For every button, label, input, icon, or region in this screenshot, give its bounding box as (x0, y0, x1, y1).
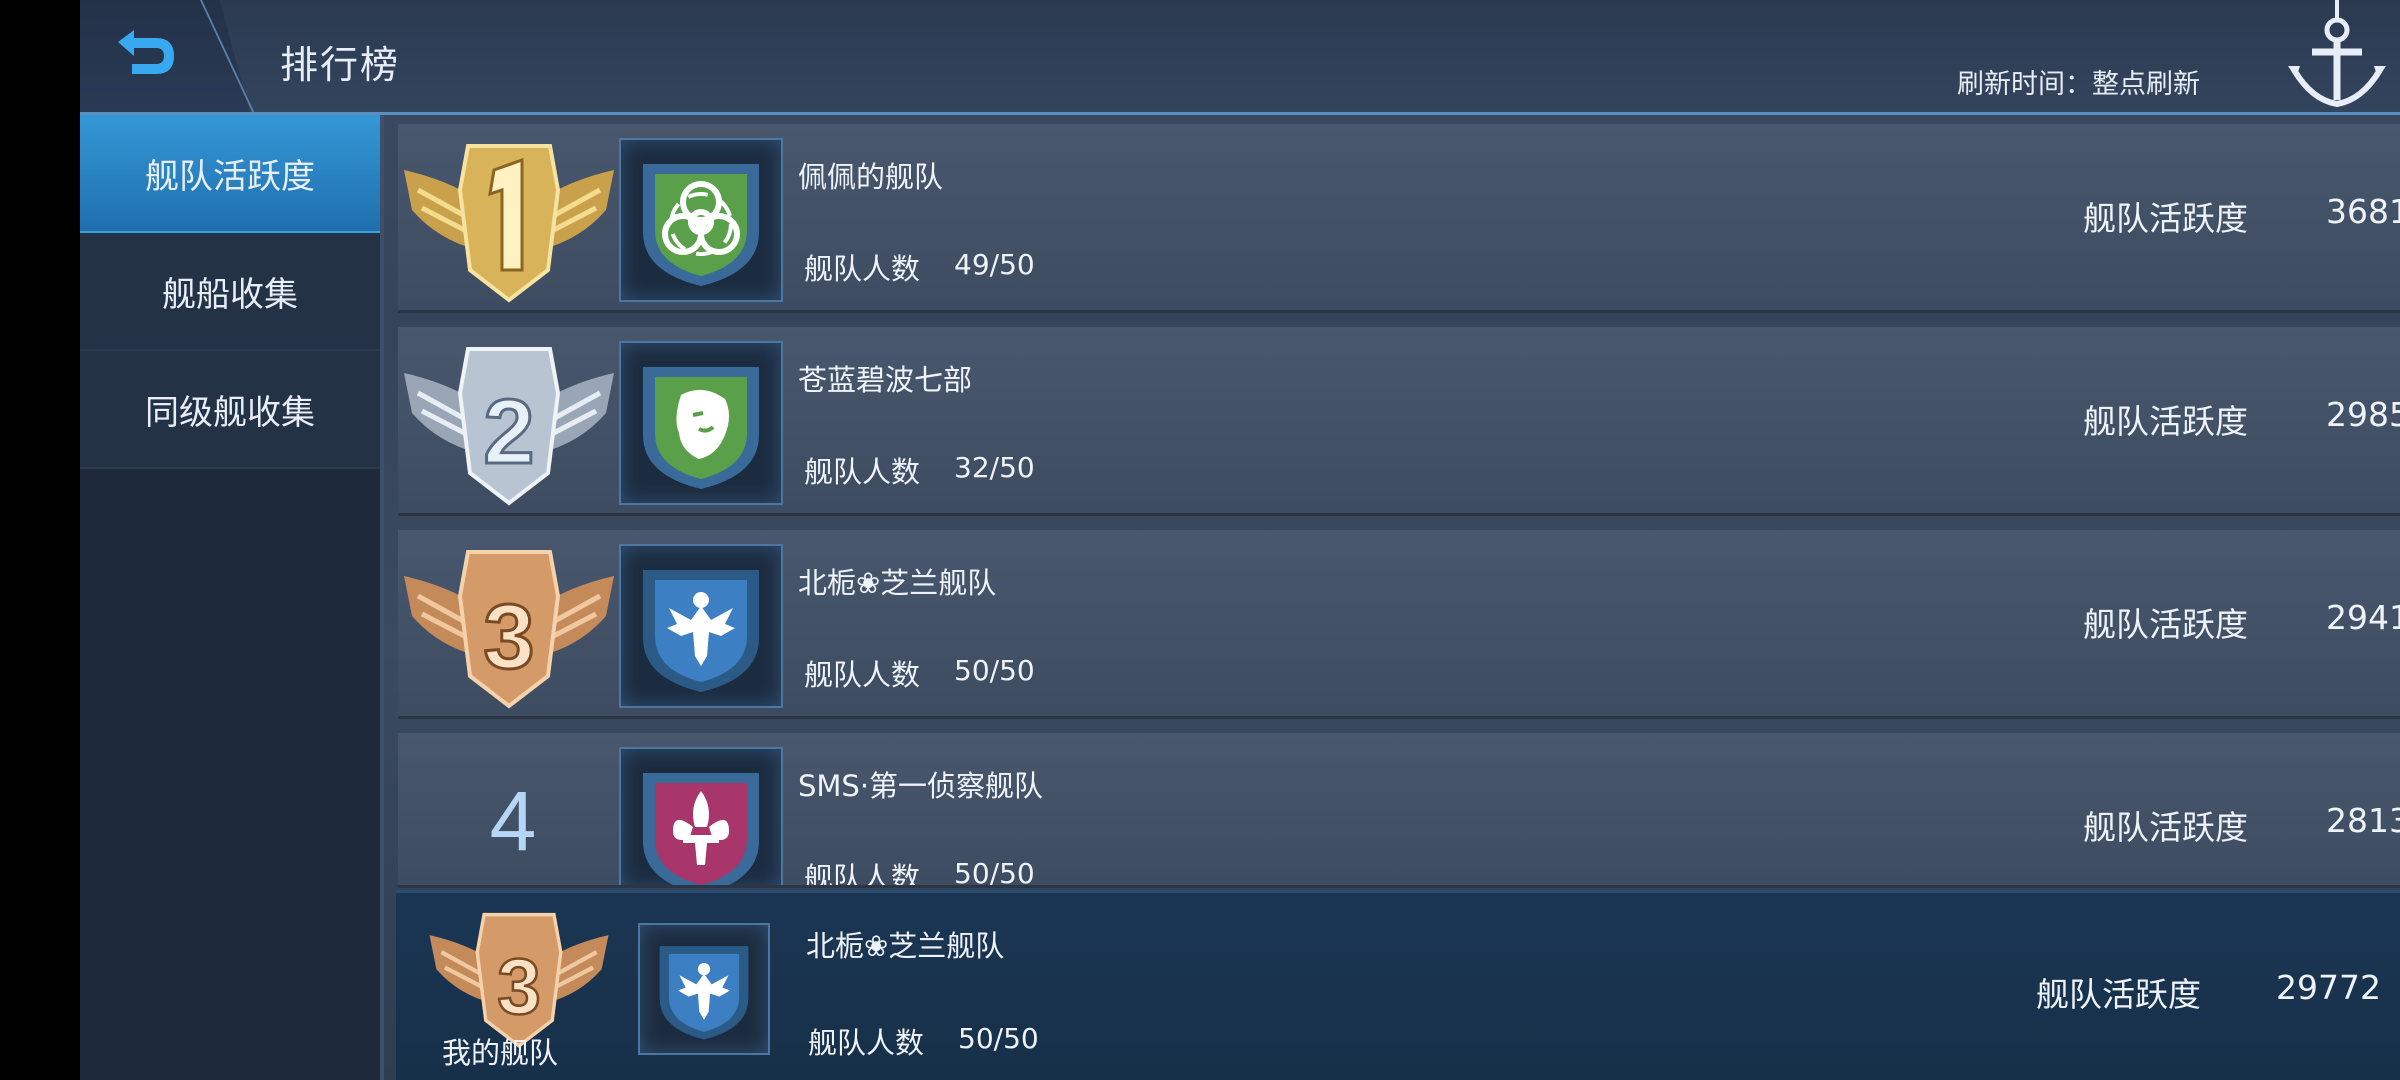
activity-value: 28136 (2326, 801, 2400, 840)
activity-label: 舰队活跃度 (2083, 808, 2248, 847)
svg-text:3: 3 (483, 586, 534, 688)
sidebar-item-fleet-activity[interactable]: 舰队活跃度 (80, 115, 380, 233)
members-label: 舰队人数 (804, 861, 921, 888)
members-count: 50/50 (954, 654, 1035, 687)
fleet-name: 佩佩的舰队 (798, 160, 944, 194)
my-fleet-label: 我的舰队 (442, 1036, 559, 1070)
refresh-time-text: 刷新时间：整点刷新 (1957, 69, 2200, 100)
fleet-emblem (619, 747, 783, 885)
members-label: 舰队人数 (804, 658, 921, 692)
bronze-rank-3-badge-icon: 3 (404, 550, 614, 709)
members-count: 50/50 (958, 1022, 1039, 1055)
leaderboard-row[interactable]: 3 北栀❀芝兰舰队 舰队人数 50/50 舰队活跃度 29416 (398, 530, 2400, 719)
activity-value: 36812 (2326, 192, 2400, 231)
gold-rank-1-badge-icon (404, 144, 614, 303)
activity-label: 舰队活跃度 (2083, 605, 2248, 644)
sidebar-item-same-class-collection[interactable]: 同级舰收集 (80, 351, 380, 469)
fleet-emblem (638, 923, 770, 1055)
sidebar-divider (380, 115, 384, 1080)
page-title: 排行榜 (280, 43, 401, 87)
fleet-name: 苍蓝碧波七部 (798, 363, 973, 397)
fleet-emblem (619, 544, 783, 708)
svg-text:3: 3 (497, 943, 541, 1031)
silver-rank-2-badge-icon: 2 (404, 347, 614, 506)
activity-label: 舰队活跃度 (2083, 199, 2248, 238)
eagle-icon (659, 946, 749, 1040)
leaderboard-screen: 排行榜 刷新时间：整点刷新 舰队活跃度 舰船收集 同级舰收集 佩佩的舰队 舰队人… (80, 0, 2400, 1080)
fleet-name: 北栀❀芝兰舰队 (798, 566, 997, 600)
activity-value: 29854 (2326, 395, 2400, 434)
top-bar: 排行榜 刷新时间：整点刷新 (80, 0, 2400, 115)
fleet-emblem (619, 341, 783, 505)
biohazard-icon (643, 164, 759, 286)
fleur-de-lis-icon (643, 773, 759, 885)
leaderboard-row[interactable]: 佩佩的舰队 舰队人数 49/50 舰队活跃度 36812 (398, 124, 2400, 313)
lion-icon (643, 367, 759, 489)
fleet-name: 北栀❀芝兰舰队 (806, 929, 1005, 963)
fleet-emblem (619, 138, 783, 302)
members-label: 舰队人数 (804, 252, 921, 286)
leaderboard-row[interactable]: 2 苍蓝碧波七部 舰队人数 32/50 舰队活跃度 29854 (398, 327, 2400, 516)
anchor-icon[interactable] (2282, 0, 2392, 110)
activity-label: 舰队活跃度 (2083, 402, 2248, 441)
members-count: 50/50 (954, 857, 1035, 888)
members-label: 舰队人数 (804, 455, 921, 489)
members-label: 舰队人数 (808, 1026, 925, 1060)
back-arrow-icon (118, 30, 174, 74)
activity-value: 29416 (2326, 598, 2400, 637)
eagle-icon (643, 570, 759, 692)
activity-label: 舰队活跃度 (2036, 975, 2201, 1014)
bronze-rank-3-badge-icon: 3 (429, 912, 609, 1049)
members-count: 32/50 (954, 451, 1035, 484)
leaderboard-row[interactable]: 4 SMS·第一侦察舰队 舰队人数 50/50 舰队活跃度 28136 (398, 733, 2400, 888)
sidebar-item-label: 舰船收集 (162, 274, 298, 315)
activity-value: 29772 (2276, 968, 2381, 1007)
rank-number: 4 (489, 774, 537, 868)
sidebar-item-ship-collection[interactable]: 舰船收集 (80, 233, 380, 351)
fleet-name: SMS·第一侦察舰队 (798, 769, 1044, 803)
sidebar-item-label: 舰队活跃度 (145, 156, 315, 197)
members-count: 49/50 (954, 248, 1035, 281)
category-sidebar: 舰队活跃度 舰船收集 同级舰收集 (80, 115, 380, 1080)
sidebar-item-label: 同级舰收集 (145, 392, 315, 433)
svg-text:2: 2 (483, 381, 534, 483)
my-fleet-row[interactable]: 3 我的舰队 北栀❀芝兰舰队 舰队人数 50/50 舰队活跃度 29772 (396, 890, 2400, 1080)
